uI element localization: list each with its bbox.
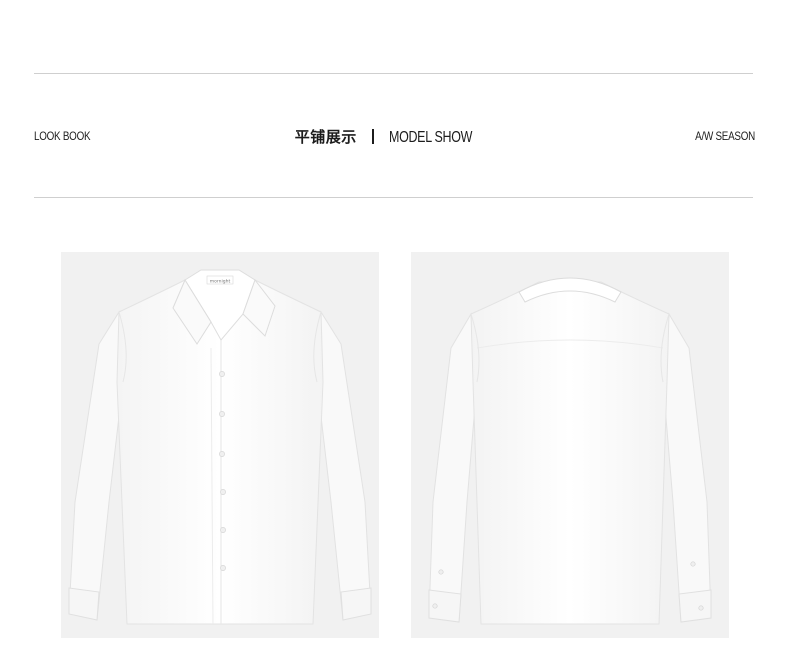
button-icon (219, 411, 225, 417)
section-header: LOOK BOOK 平铺展示 MODEL SHOW A/W SEASON (0, 125, 790, 149)
button-icon (220, 489, 226, 495)
top-divider (34, 73, 753, 74)
season-label: A/W SEASON (695, 129, 755, 143)
bottom-divider (34, 197, 753, 198)
button-icon (219, 451, 225, 457)
shirt-back-photo (411, 252, 729, 638)
section-title-english: MODEL SHOW (388, 129, 472, 146)
brand-tag-text: mornight (210, 279, 231, 285)
cuff-button-icon (698, 605, 704, 611)
section-title: 平铺展示 MODEL SHOW (0, 125, 790, 150)
title-separator (371, 129, 374, 144)
shirt-back-illustration (428, 277, 712, 625)
cuff-button-icon (438, 569, 444, 575)
button-icon (220, 565, 226, 571)
section-title-chinese: 平铺展示 (294, 128, 357, 146)
cuff-button-icon (690, 561, 696, 567)
shirt-front-illustration: mornight (68, 269, 372, 625)
button-icon (219, 371, 225, 377)
shirt-front-photo: mornight (61, 252, 379, 638)
cuff-button-icon (432, 603, 438, 609)
button-icon (220, 527, 226, 533)
